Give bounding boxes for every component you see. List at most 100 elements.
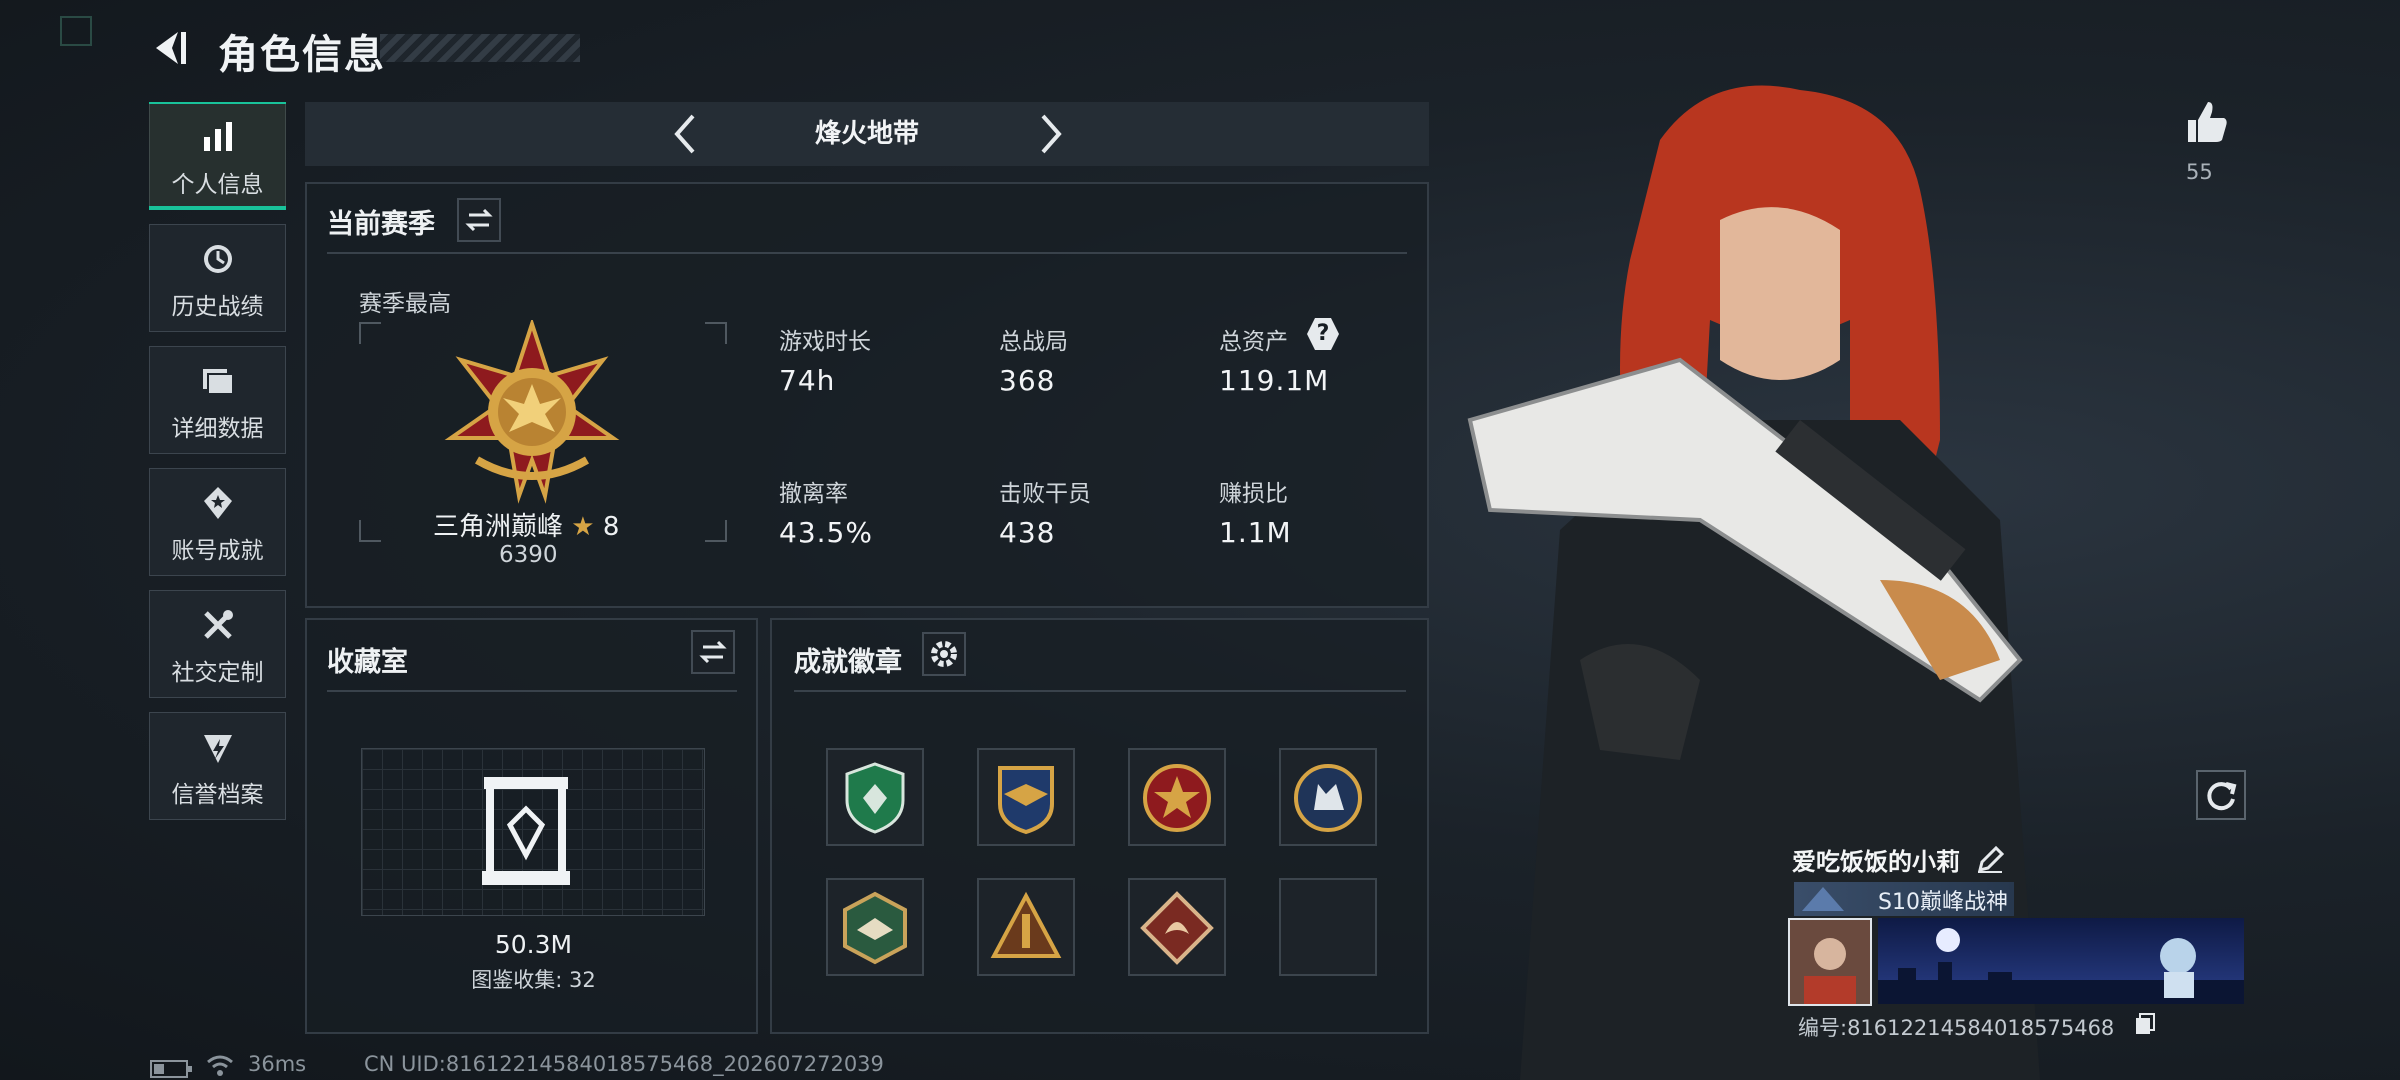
sidebar-item-personal-info[interactable]: 个人信息 — [149, 102, 286, 210]
title-emblem-icon — [1802, 887, 1844, 911]
badge-slot[interactable] — [977, 878, 1075, 976]
page-title: 角色信息 — [218, 32, 386, 78]
sidebar-item-social[interactable]: 社交定制 — [149, 590, 286, 698]
refresh-icon — [2207, 782, 2237, 811]
stat-value-playtime: 74h — [779, 364, 836, 397]
stat-label-extraction-rate: 撤离率 — [779, 481, 848, 507]
stat-value-total-matches: 368 — [999, 364, 1056, 397]
battery-icon — [150, 1060, 192, 1078]
likes-count: 55 — [2186, 160, 2213, 184]
tools-icon — [203, 610, 233, 639]
frame-corner — [705, 520, 727, 542]
corner-square-icon — [60, 16, 92, 46]
rank-points: 6390 — [499, 542, 558, 568]
badge-slot[interactable] — [826, 878, 924, 976]
collection-display[interactable] — [361, 748, 705, 916]
dragon-diamond-badge-icon — [1140, 891, 1214, 965]
mode-selector: 烽火地带 — [305, 102, 1429, 166]
collection-panel: 收藏室 50.3M 图鉴收集: 32 — [305, 618, 758, 1034]
folder-icon — [202, 369, 234, 395]
triangle-rocket-badge-icon — [990, 891, 1062, 958]
sidebar-item-history[interactable]: 历史战绩 — [149, 224, 286, 332]
swap-icon — [465, 208, 493, 232]
copy-icon[interactable] — [2134, 1012, 2156, 1036]
player-id: 编号:81612214584018575468 — [1798, 1016, 2115, 1040]
uid-text: CN UID:81612214584018575468_202607272039 — [364, 1052, 884, 1076]
wifi-icon — [207, 1055, 233, 1076]
badges-panel: 成就徽章 — [770, 618, 1429, 1034]
thumbs-up-icon[interactable] — [2182, 98, 2230, 146]
back-button[interactable] — [148, 26, 192, 70]
name-card-banner[interactable] — [1878, 918, 2244, 1004]
season-title: 当前赛季 — [327, 209, 435, 240]
history-icon — [203, 245, 232, 273]
rank-stars: 8 — [602, 512, 620, 542]
sidebar-item-reputation[interactable]: 信誉档案 — [149, 712, 286, 820]
collection-value: 50.3M — [494, 930, 573, 959]
red-star-badge-icon — [1143, 764, 1211, 832]
swap-icon — [699, 640, 727, 664]
back-arrow-icon — [156, 32, 186, 64]
next-mode-button[interactable] — [1033, 112, 1069, 156]
badge-slot[interactable] — [1279, 748, 1377, 846]
divider — [794, 690, 1406, 692]
stat-label-kills: 击败干员 — [999, 481, 1091, 507]
frame-corner — [705, 322, 727, 344]
season-panel: 当前赛季 赛季最高 三角洲巅峰 ★ 8 6390 游戏时长 74h 总战局 36… — [305, 182, 1429, 608]
screen: { "header":{"title":"角色信息"}, "sidebar":{… — [0, 0, 2400, 1080]
gold-wings-badge-icon — [998, 766, 1054, 835]
stat-label-total-assets: 总资产 — [1219, 329, 1288, 355]
badge-slot-empty[interactable] — [1279, 878, 1377, 976]
player-name: 爱吃饭饭的小莉 — [1792, 848, 1960, 876]
achievement-icon — [203, 487, 232, 519]
sidebar-item-label: 个人信息 — [171, 172, 264, 198]
season-best-label: 赛季最高 — [359, 291, 451, 317]
prev-mode-button[interactable] — [667, 112, 703, 156]
sidebar-item-detail-data[interactable]: 详细数据 — [149, 346, 286, 454]
stat-value-extraction-rate: 43.5% — [779, 516, 873, 549]
avatar[interactable] — [1788, 918, 1872, 1006]
rank-name: 三角洲巅峰 — [433, 512, 564, 542]
star-icon: ★ — [571, 512, 595, 542]
badges-title: 成就徽章 — [794, 647, 902, 678]
mode-name: 烽火地带 — [814, 119, 919, 149]
green-shield-badge-icon — [845, 762, 905, 834]
sidebar-item-label: 信誉档案 — [171, 782, 264, 808]
frame-corner — [359, 520, 381, 542]
title-tag: S10巅峰战神 — [1794, 882, 2014, 916]
sidebar-item-label: 账号成就 — [171, 538, 264, 564]
collection-switch-button[interactable] — [691, 630, 735, 674]
sidebar-item-label: 历史战绩 — [171, 294, 264, 320]
bar-chart-icon — [203, 122, 232, 151]
rank-row: 三角洲巅峰 ★ 8 — [433, 506, 619, 543]
badge-slot[interactable] — [1128, 748, 1226, 846]
edit-icon[interactable] — [1976, 846, 2004, 874]
hexagon-bird-badge-icon — [843, 891, 907, 965]
frame-corner — [359, 322, 381, 344]
gear-icon — [931, 641, 957, 667]
season-switch-button[interactable] — [457, 198, 501, 242]
stat-label-profit-ratio: 赚损比 — [1219, 481, 1288, 507]
avatar-image — [1790, 920, 1870, 1004]
stat-label-total-matches: 总战局 — [999, 329, 1068, 355]
sidebar-item-achievements[interactable]: 账号成就 — [149, 468, 286, 576]
collection-count: 图鉴收集: 32 — [471, 968, 596, 992]
refresh-button[interactable] — [2196, 770, 2246, 820]
badge-slot[interactable] — [1128, 878, 1226, 976]
reputation-icon — [203, 735, 232, 763]
sidebar-item-label: 社交定制 — [171, 660, 264, 686]
badge-slot[interactable] — [977, 748, 1075, 846]
ping-text: 36ms — [248, 1052, 307, 1076]
stat-value-profit-ratio: 1.1M — [1219, 516, 1292, 549]
wolf-badge-icon — [1294, 764, 1362, 832]
stat-value-kills: 438 — [999, 516, 1056, 549]
display-case-icon — [482, 777, 570, 885]
help-button[interactable]: ? — [1307, 318, 1339, 350]
sidebar-item-label: 详细数据 — [171, 416, 264, 442]
night-sky-banner-image — [1878, 928, 2244, 1004]
badge-slot[interactable] — [826, 748, 924, 846]
collection-title: 收藏室 — [327, 647, 408, 678]
stat-value-total-assets: 119.1M — [1219, 364, 1330, 397]
divider — [327, 690, 737, 692]
badges-settings-button[interactable] — [922, 632, 966, 676]
